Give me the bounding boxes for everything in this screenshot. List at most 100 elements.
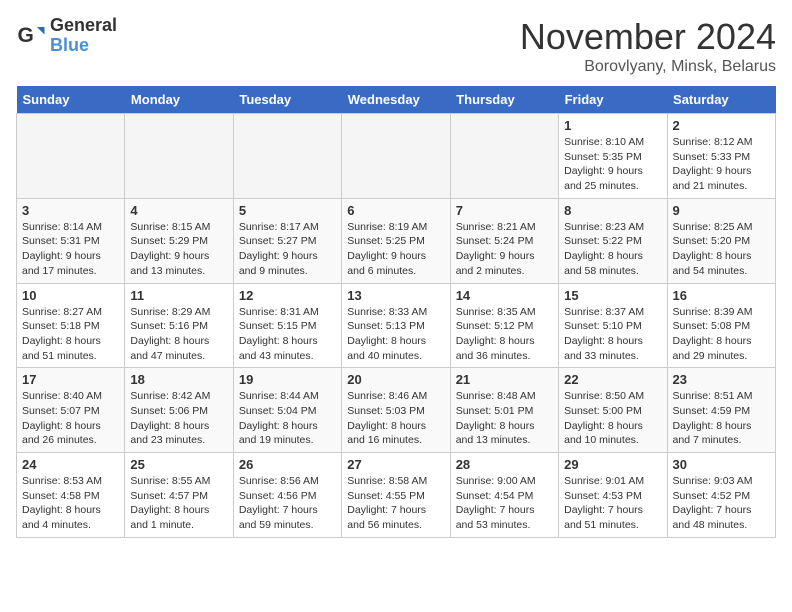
- day-number: 11: [130, 288, 227, 303]
- day-number: 1: [564, 118, 661, 133]
- calendar-cell: 22 Sunrise: 8:50 AM Sunset: 5:00 PM Dayli…: [559, 368, 667, 453]
- day-number: 10: [22, 288, 119, 303]
- week-row-4: 17 Sunrise: 8:40 AM Sunset: 5:07 PM Dayli…: [17, 368, 776, 453]
- day-info: Sunrise: 8:35 AM Sunset: 5:12 PM Dayligh…: [456, 305, 553, 364]
- day-info: Sunrise: 8:25 AM Sunset: 5:20 PM Dayligh…: [673, 220, 770, 279]
- calendar-cell: 20Sunrise: 8:46 AM Sunset: 5:03 PM Dayli…: [342, 368, 450, 453]
- day-info: Sunrise: 8:51 AM Sunset: 4:59 PM Dayligh…: [673, 389, 770, 448]
- logo-blue-text: Blue: [50, 36, 117, 56]
- day-number: 22: [564, 372, 661, 387]
- calendar-cell: 17 Sunrise: 8:40 AM Sunset: 5:07 PM Dayli…: [17, 368, 125, 453]
- calendar-cell: 3 Sunrise: 8:14 AM Sunset: 5:31 PM Daylig…: [17, 198, 125, 283]
- day-number: 9: [673, 203, 770, 218]
- day-info: Sunrise: 8:12 AM Sunset: 5:33 PM Dayligh…: [673, 135, 770, 194]
- calendar-cell: 6 Sunrise: 8:19 AM Sunset: 5:25 PM Daylig…: [342, 198, 450, 283]
- day-info: Sunrise: 8:50 AM Sunset: 5:00 PM Dayligh…: [564, 389, 661, 448]
- day-info: Sunrise: 9:01 AM Sunset: 4:53 PM Dayligh…: [564, 474, 661, 533]
- logo: G General Blue: [16, 16, 117, 56]
- day-info: Sunrise: 8:31 AM Sunset: 5:15 PM Dayligh…: [239, 305, 336, 364]
- day-number: 21: [456, 372, 553, 387]
- day-info: Sunrise: 8:40 AM Sunset: 5:07 PM Dayligh…: [22, 389, 119, 448]
- day-info: Sunrise: 8:42 AM Sunset: 5:06 PM Dayligh…: [130, 389, 227, 448]
- calendar-cell: 28 Sunrise: 9:00 AM Sunset: 4:54 PM Dayli…: [450, 453, 558, 538]
- day-info: Sunrise: 8:44 AM Sunset: 5:04 PM Dayligh…: [239, 389, 336, 448]
- day-number: 2: [673, 118, 770, 133]
- day-number: 26: [239, 457, 336, 472]
- day-number: 3: [22, 203, 119, 218]
- day-info: Sunrise: 8:55 AM Sunset: 4:57 PM Dayligh…: [130, 474, 227, 533]
- calendar-cell: [125, 114, 233, 199]
- week-row-3: 10Sunrise: 8:27 AM Sunset: 5:18 PM Dayli…: [17, 283, 776, 368]
- calendar-cell: 4 Sunrise: 8:15 AM Sunset: 5:29 PM Daylig…: [125, 198, 233, 283]
- week-row-2: 3 Sunrise: 8:14 AM Sunset: 5:31 PM Daylig…: [17, 198, 776, 283]
- day-info: Sunrise: 8:46 AM Sunset: 5:03 PM Dayligh…: [347, 389, 444, 448]
- calendar-cell: 14 Sunrise: 8:35 AM Sunset: 5:12 PM Dayli…: [450, 283, 558, 368]
- day-number: 24: [22, 457, 119, 472]
- day-info: Sunrise: 8:58 AM Sunset: 4:55 PM Dayligh…: [347, 474, 444, 533]
- day-number: 17: [22, 372, 119, 387]
- day-number: 4: [130, 203, 227, 218]
- calendar-cell: [450, 114, 558, 199]
- calendar-cell: 2 Sunrise: 8:12 AM Sunset: 5:33 PM Daylig…: [667, 114, 775, 199]
- calendar-cell: 1 Sunrise: 8:10 AM Sunset: 5:35 PM Daylig…: [559, 114, 667, 199]
- calendar-cell: 16Sunrise: 8:39 AM Sunset: 5:08 PM Dayli…: [667, 283, 775, 368]
- calendar-cell: 19 Sunrise: 8:44 AM Sunset: 5:04 PM Dayli…: [233, 368, 341, 453]
- weekday-header-sunday: Sunday: [17, 86, 125, 114]
- calendar-cell: 9 Sunrise: 8:25 AM Sunset: 5:20 PM Daylig…: [667, 198, 775, 283]
- day-info: Sunrise: 8:37 AM Sunset: 5:10 PM Dayligh…: [564, 305, 661, 364]
- title-area: November 2024 Borovlyany, Minsk, Belarus: [520, 16, 776, 76]
- day-info: Sunrise: 8:33 AM Sunset: 5:13 PM Dayligh…: [347, 305, 444, 364]
- day-info: Sunrise: 8:10 AM Sunset: 5:35 PM Dayligh…: [564, 135, 661, 194]
- svg-text:G: G: [18, 24, 34, 47]
- calendar-cell: 10Sunrise: 8:27 AM Sunset: 5:18 PM Dayli…: [17, 283, 125, 368]
- day-number: 18: [130, 372, 227, 387]
- day-number: 19: [239, 372, 336, 387]
- day-info: Sunrise: 8:39 AM Sunset: 5:08 PM Dayligh…: [673, 305, 770, 364]
- calendar-cell: 18 Sunrise: 8:42 AM Sunset: 5:06 PM Dayli…: [125, 368, 233, 453]
- calendar-cell: 5 Sunrise: 8:17 AM Sunset: 5:27 PM Daylig…: [233, 198, 341, 283]
- calendar-cell: 7Sunrise: 8:21 AM Sunset: 5:24 PM Daylig…: [450, 198, 558, 283]
- calendar-cell: 24Sunrise: 8:53 AM Sunset: 4:58 PM Dayli…: [17, 453, 125, 538]
- day-number: 28: [456, 457, 553, 472]
- day-info: Sunrise: 8:19 AM Sunset: 5:25 PM Dayligh…: [347, 220, 444, 279]
- day-number: 29: [564, 457, 661, 472]
- day-info: Sunrise: 8:56 AM Sunset: 4:56 PM Dayligh…: [239, 474, 336, 533]
- weekday-header-saturday: Saturday: [667, 86, 775, 114]
- week-row-5: 24Sunrise: 8:53 AM Sunset: 4:58 PM Dayli…: [17, 453, 776, 538]
- weekday-header-wednesday: Wednesday: [342, 86, 450, 114]
- weekday-header-friday: Friday: [559, 86, 667, 114]
- logo-general-text: General: [50, 16, 117, 36]
- logo-text: General Blue: [50, 16, 117, 56]
- day-info: Sunrise: 8:21 AM Sunset: 5:24 PM Dayligh…: [456, 220, 553, 279]
- day-number: 15: [564, 288, 661, 303]
- day-info: Sunrise: 8:14 AM Sunset: 5:31 PM Dayligh…: [22, 220, 119, 279]
- calendar-cell: 15 Sunrise: 8:37 AM Sunset: 5:10 PM Dayli…: [559, 283, 667, 368]
- calendar-cell: 23 Sunrise: 8:51 AM Sunset: 4:59 PM Dayli…: [667, 368, 775, 453]
- calendar-cell: 8Sunrise: 8:23 AM Sunset: 5:22 PM Daylig…: [559, 198, 667, 283]
- calendar-cell: 27 Sunrise: 8:58 AM Sunset: 4:55 PM Dayli…: [342, 453, 450, 538]
- day-info: Sunrise: 9:00 AM Sunset: 4:54 PM Dayligh…: [456, 474, 553, 533]
- day-number: 25: [130, 457, 227, 472]
- day-number: 27: [347, 457, 444, 472]
- weekday-header-monday: Monday: [125, 86, 233, 114]
- day-number: 6: [347, 203, 444, 218]
- calendar-cell: [233, 114, 341, 199]
- weekday-header-tuesday: Tuesday: [233, 86, 341, 114]
- calendar-cell: 25 Sunrise: 8:55 AM Sunset: 4:57 PM Dayli…: [125, 453, 233, 538]
- calendar-cell: 21Sunrise: 8:48 AM Sunset: 5:01 PM Dayli…: [450, 368, 558, 453]
- calendar-cell: 30Sunrise: 9:03 AM Sunset: 4:52 PM Dayli…: [667, 453, 775, 538]
- day-info: Sunrise: 9:03 AM Sunset: 4:52 PM Dayligh…: [673, 474, 770, 533]
- calendar-cell: [342, 114, 450, 199]
- day-info: Sunrise: 8:17 AM Sunset: 5:27 PM Dayligh…: [239, 220, 336, 279]
- calendar-cell: 13 Sunrise: 8:33 AM Sunset: 5:13 PM Dayli…: [342, 283, 450, 368]
- location: Borovlyany, Minsk, Belarus: [520, 58, 776, 76]
- weekday-header-row: SundayMondayTuesdayWednesdayThursdayFrid…: [17, 86, 776, 114]
- day-info: Sunrise: 8:15 AM Sunset: 5:29 PM Dayligh…: [130, 220, 227, 279]
- day-number: 13: [347, 288, 444, 303]
- month-title: November 2024: [520, 16, 776, 58]
- day-number: 5: [239, 203, 336, 218]
- day-number: 23: [673, 372, 770, 387]
- day-number: 12: [239, 288, 336, 303]
- day-info: Sunrise: 8:29 AM Sunset: 5:16 PM Dayligh…: [130, 305, 227, 364]
- day-number: 14: [456, 288, 553, 303]
